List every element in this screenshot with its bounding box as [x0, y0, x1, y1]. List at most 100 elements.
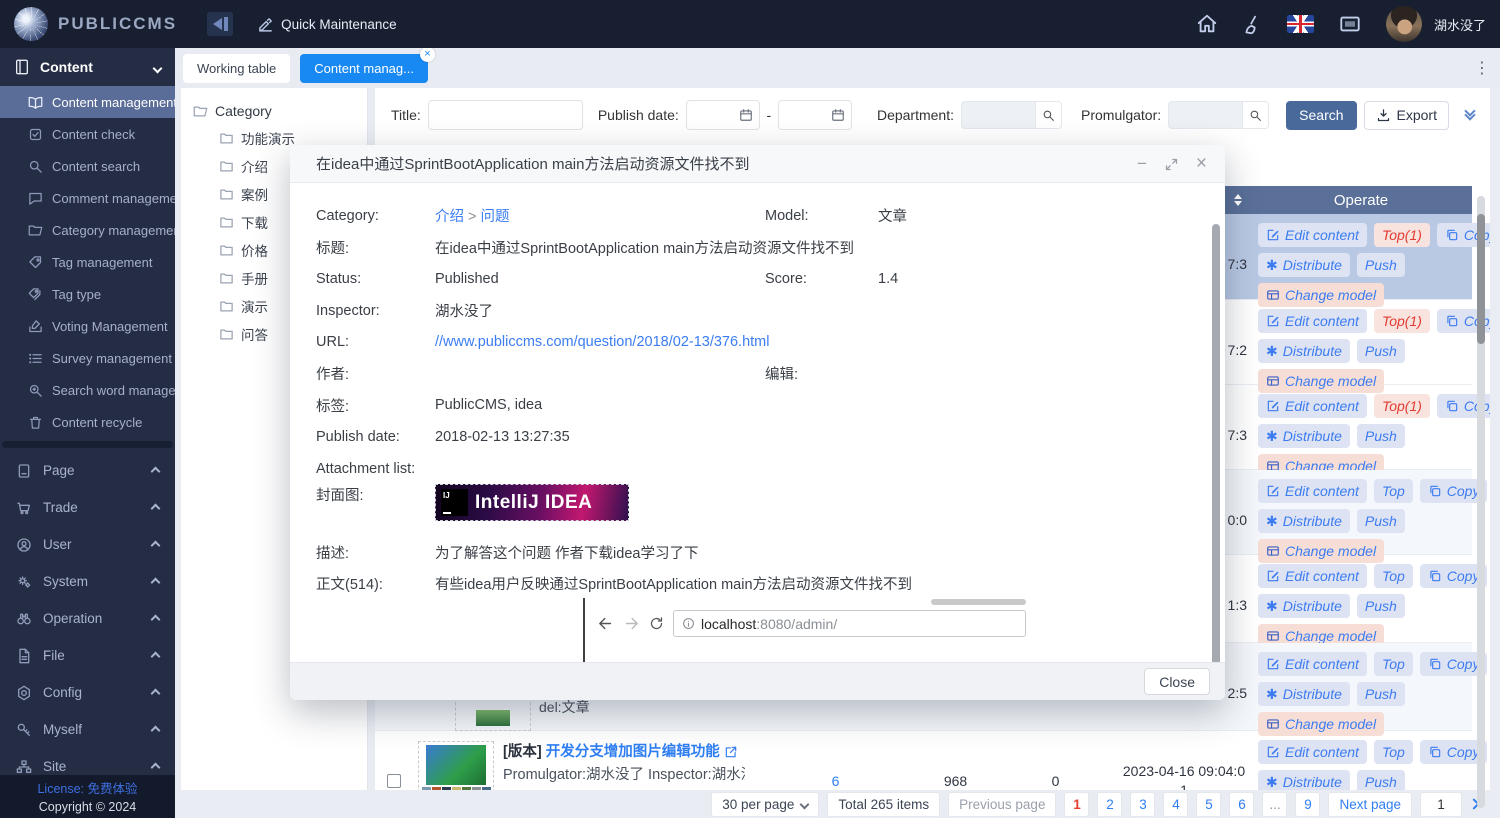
page-number-1[interactable]: 1 — [1064, 792, 1089, 817]
screenshot-scrollbar-fragment — [931, 599, 1026, 605]
sidebar-item-content-check[interactable]: Content check — [0, 118, 175, 150]
sidebar-horizontal-scrollbar[interactable] — [2, 441, 173, 448]
push-button[interactable]: Push — [1357, 770, 1405, 790]
tab-content-management[interactable]: Content manag... × — [300, 54, 428, 83]
page-number-3[interactable]: 3 — [1130, 792, 1155, 817]
clicks-cell[interactable]: 6 — [753, 731, 918, 790]
distribute-button[interactable]: ✱Distribute — [1258, 253, 1350, 277]
quick-maintenance-button[interactable]: Quick Maintenance — [257, 16, 397, 33]
user-avatar[interactable] — [1386, 6, 1422, 42]
previous-page-button[interactable]: Previous page — [948, 792, 1056, 817]
distribute-button[interactable]: ✱Distribute — [1258, 770, 1350, 790]
sidebar-group-system[interactable]: System — [0, 563, 175, 600]
publish-date-start-input[interactable] — [686, 100, 760, 130]
sidebar-item-tag-type[interactable]: Tag type — [0, 278, 175, 310]
sidebar-item-survey-management[interactable]: Survey management — [0, 342, 175, 374]
distribute-button[interactable]: ✱Distribute — [1258, 339, 1350, 363]
top-button[interactable]: Top(1) — [1374, 223, 1430, 247]
page-number-9[interactable]: 9 — [1295, 792, 1320, 817]
tab-working-table[interactable]: Working table — [183, 54, 290, 83]
license-link[interactable]: 免费体验 — [88, 782, 138, 796]
top-button[interactable]: Top(1) — [1374, 309, 1430, 333]
edit-content-button[interactable]: Edit content — [1258, 740, 1367, 764]
category-tree-root[interactable]: Category — [193, 98, 367, 124]
expand-filters-icon[interactable] — [1466, 111, 1474, 119]
top-button[interactable]: Top — [1374, 479, 1413, 503]
push-button[interactable]: Push — [1357, 424, 1405, 448]
external-link-icon[interactable] — [724, 745, 738, 759]
content-title-link[interactable]: 开发分支增加图片编辑功能 — [546, 744, 720, 760]
sidebar-item-search-word-management[interactable]: Search word management — [0, 374, 175, 406]
top-button[interactable]: Top — [1374, 564, 1413, 588]
language-flag-icon[interactable] — [1287, 15, 1314, 33]
category-link[interactable]: 问题 — [481, 209, 510, 225]
department-search-icon[interactable] — [1036, 101, 1062, 129]
push-button[interactable]: Push — [1357, 253, 1405, 277]
distribute-button[interactable]: ✱Distribute — [1258, 424, 1350, 448]
content-url-link[interactable]: //www.publiccms.com/question/2018/02-13/… — [435, 334, 1199, 350]
push-button[interactable]: Push — [1357, 594, 1405, 618]
edit-content-button[interactable]: Edit content — [1258, 564, 1367, 588]
distribute-button[interactable]: ✱Distribute — [1258, 682, 1350, 706]
sidebar-item-content-search[interactable]: Content search — [0, 150, 175, 182]
promulgator-search-icon[interactable] — [1243, 101, 1269, 129]
modal-scrollbar-thumb[interactable] — [1212, 224, 1220, 662]
publish-date-end-input[interactable] — [778, 100, 852, 130]
close-button[interactable]: Close — [1144, 668, 1210, 695]
table-row[interactable]: [版本] 开发分支增加图片编辑功能 Promulgator:湖水没了 Inspe… — [375, 731, 1472, 790]
edit-content-button[interactable]: Edit content — [1258, 479, 1367, 503]
tab-close-icon[interactable]: × — [420, 47, 435, 62]
distribute-button[interactable]: ✱Distribute — [1258, 594, 1350, 618]
sidebar-group-trade[interactable]: Trade — [0, 489, 175, 526]
page-number-6[interactable]: 6 — [1229, 792, 1254, 817]
promulgator-filter-input[interactable] — [1168, 101, 1243, 129]
sidebar-group-page[interactable]: Page — [0, 452, 175, 489]
push-button[interactable]: Push — [1357, 682, 1405, 706]
page-number-4[interactable]: 4 — [1163, 792, 1188, 817]
clear-cache-broom-icon[interactable] — [1242, 14, 1263, 35]
next-page-button[interactable]: Next page — [1328, 792, 1412, 817]
category-link[interactable]: 介绍 — [435, 209, 464, 225]
row-checkbox[interactable] — [387, 774, 401, 788]
sidebar-group-user[interactable]: User — [0, 526, 175, 563]
sidebar-item-category-management[interactable]: Category management — [0, 214, 175, 246]
expand-icon[interactable] — [1164, 155, 1179, 172]
home-icon[interactable] — [1196, 13, 1218, 35]
top-button[interactable]: Top — [1374, 652, 1413, 676]
search-button[interactable]: Search — [1286, 101, 1356, 130]
sidebar-section-content[interactable]: Content — [0, 48, 175, 86]
minimize-icon[interactable]: − — [1137, 155, 1147, 172]
push-button[interactable]: Push — [1357, 339, 1405, 363]
distribute-button[interactable]: ✱Distribute — [1258, 509, 1350, 533]
export-button[interactable]: Export — [1364, 101, 1449, 130]
page-size-select[interactable]: 30 per page — [711, 792, 819, 817]
page-number-2[interactable]: 2 — [1097, 792, 1122, 817]
sidebar-item-voting-management[interactable]: Voting Management — [0, 310, 175, 342]
sidebar-group-myself[interactable]: Myself — [0, 711, 175, 748]
top-button[interactable]: Top — [1374, 740, 1413, 764]
sidebar-item-tag-management[interactable]: Tag management — [0, 246, 175, 278]
fullscreen-monitor-icon[interactable] — [1338, 13, 1362, 35]
edit-content-button[interactable]: Edit content — [1258, 309, 1367, 333]
sidebar-collapse-icon[interactable] — [207, 12, 233, 36]
close-icon[interactable]: × — [1196, 154, 1207, 173]
push-button[interactable]: Push — [1357, 509, 1405, 533]
sidebar-item-comment-management[interactable]: Comment management — [0, 182, 175, 214]
page-number-5[interactable]: 5 — [1196, 792, 1221, 817]
page-jump-input[interactable] — [1420, 792, 1462, 817]
department-filter-input[interactable] — [961, 101, 1036, 129]
sidebar-item-content-recycle[interactable]: Content recycle — [0, 406, 175, 438]
sidebar-group-config[interactable]: Config — [0, 674, 175, 711]
main-scrollbar-thumb[interactable] — [1477, 214, 1485, 344]
edit-content-button[interactable]: Edit content — [1258, 652, 1367, 676]
sidebar-group-operation[interactable]: Operation — [0, 600, 175, 637]
edit-content-button[interactable]: Edit content — [1258, 394, 1367, 418]
top-button[interactable]: Top(1) — [1374, 394, 1430, 418]
sidebar-group-file[interactable]: File — [0, 637, 175, 674]
sidebar-item-content-management[interactable]: Content management — [0, 86, 175, 118]
edit-content-button[interactable]: Edit content — [1258, 223, 1367, 247]
tab-overflow-menu-icon[interactable]: ⋮ — [1474, 58, 1490, 78]
main-scrollbar-track[interactable] — [1477, 196, 1485, 808]
title-filter-input[interactable] — [428, 100, 583, 130]
username[interactable]: 湖水没了 — [1434, 15, 1486, 34]
